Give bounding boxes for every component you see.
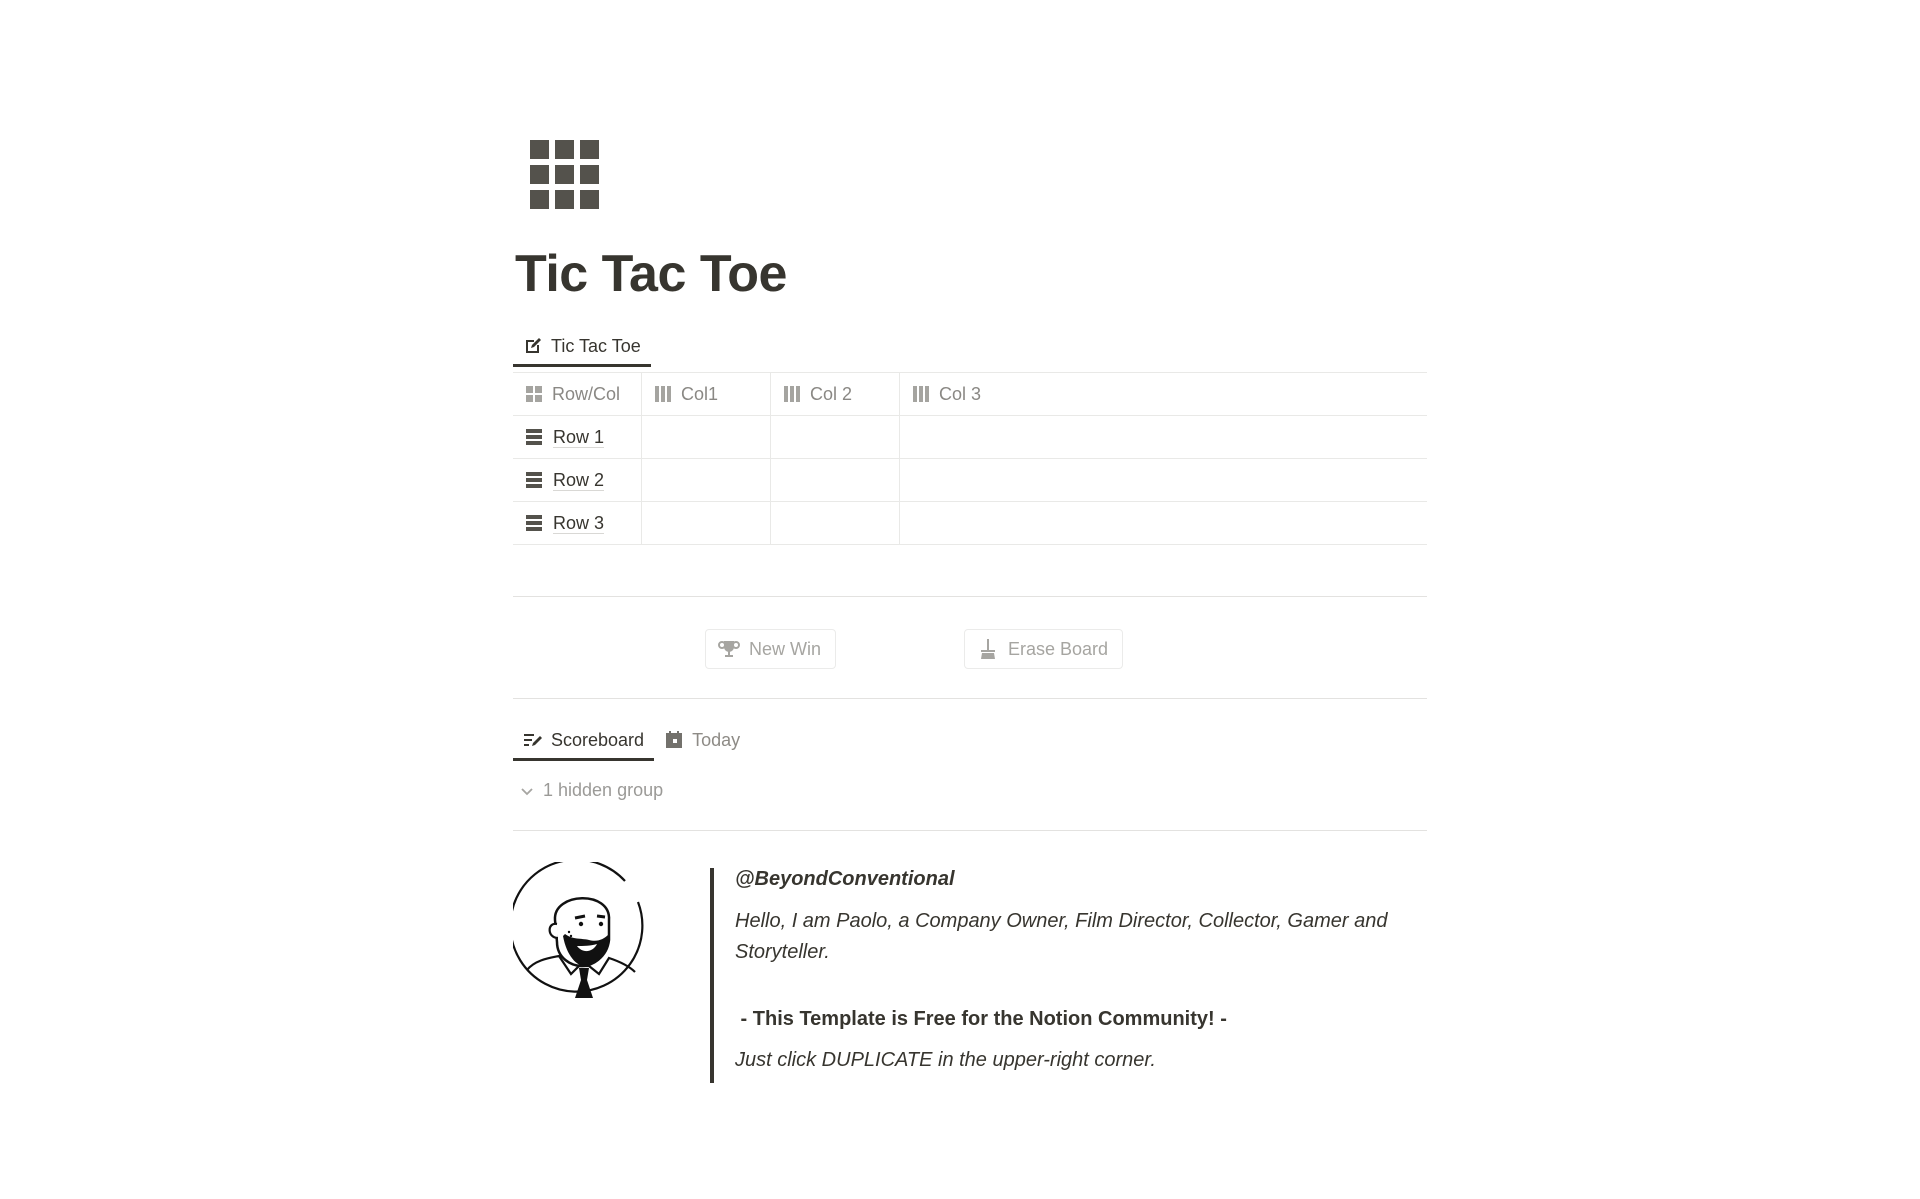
columns-icon	[913, 386, 929, 402]
board-cell[interactable]	[900, 459, 1427, 501]
board-cell[interactable]	[771, 416, 900, 458]
columns-icon	[655, 386, 671, 402]
author-bio: Hello, I am Paolo, a Company Owner, Film…	[735, 910, 1388, 963]
column-header-col1[interactable]: Col1	[642, 373, 771, 415]
board-view-tabs: Tic Tac Toe	[513, 326, 651, 367]
new-win-button[interactable]: New Win	[705, 629, 837, 669]
row-title[interactable]: Row 1	[553, 427, 605, 448]
tab-tic-tac-toe[interactable]: Tic Tac Toe	[513, 326, 651, 367]
column-header-row-col[interactable]: Row/Col	[513, 373, 642, 415]
rows-icon	[526, 515, 542, 531]
divider	[513, 698, 1427, 699]
divider	[513, 596, 1427, 597]
board-cell[interactable]	[771, 502, 900, 544]
divider	[513, 830, 1427, 831]
rows-icon	[526, 429, 542, 445]
edit-icon	[526, 338, 541, 353]
author-handle[interactable]: @BeyondConventional	[735, 868, 955, 891]
page-title[interactable]: Tic Tac Toe	[515, 240, 787, 308]
list-edit-icon	[524, 734, 542, 746]
author-avatar	[513, 862, 644, 998]
tab-label: Tic Tac Toe	[551, 335, 641, 356]
board-cell[interactable]	[642, 459, 771, 501]
row-title-cell[interactable]: Row 1	[513, 416, 642, 458]
table-row: Row 2	[513, 459, 1427, 502]
tab-today[interactable]: Today	[654, 720, 750, 760]
author-quote-block: @BeyondConventional Hello, I am Paolo, a…	[710, 868, 1430, 1083]
row-title[interactable]: Row 3	[553, 513, 605, 534]
table-row: Row 3	[513, 502, 1427, 545]
duplicate-instructions: Just click DUPLICATE in the upper-right …	[735, 1049, 1156, 1071]
table-header-row: Row/Col Col1 Col 2 Col 3	[513, 373, 1427, 416]
board-cell[interactable]	[642, 502, 771, 544]
erase-board-button[interactable]: Erase Board	[964, 629, 1124, 669]
hidden-group-toggle[interactable]: 1 hidden group	[519, 780, 663, 801]
row-title[interactable]: Row 2	[553, 470, 605, 491]
columns-icon	[784, 386, 800, 402]
free-template-note: - This Template is Free for the Notion C…	[735, 1008, 1227, 1030]
calendar-icon	[666, 731, 683, 748]
tab-scoreboard[interactable]: Scoreboard	[513, 720, 655, 761]
rows-icon	[526, 472, 542, 488]
broom-icon	[981, 639, 995, 659]
scoreboard-view-tabs: Scoreboard Today	[513, 720, 750, 761]
row-title-cell[interactable]: Row 2	[513, 459, 642, 501]
board-cell[interactable]	[771, 459, 900, 501]
board-cell[interactable]	[900, 416, 1427, 458]
board-cell[interactable]	[642, 416, 771, 458]
column-header-col2[interactable]: Col 2	[771, 373, 900, 415]
board-cell[interactable]	[900, 502, 1427, 544]
trophy-icon	[718, 641, 740, 657]
row-title-cell[interactable]: Row 3	[513, 502, 642, 544]
table-row: Row 1	[513, 416, 1427, 459]
chevron-down-icon	[521, 787, 533, 795]
grid-icon	[526, 386, 542, 402]
column-header-col3[interactable]: Col 3	[900, 373, 1427, 415]
board-table: Row/Col Col1 Col 2 Col 3 Row 1 Row 2 Row…	[513, 372, 1427, 545]
grid-3x3-icon[interactable]	[530, 140, 602, 212]
